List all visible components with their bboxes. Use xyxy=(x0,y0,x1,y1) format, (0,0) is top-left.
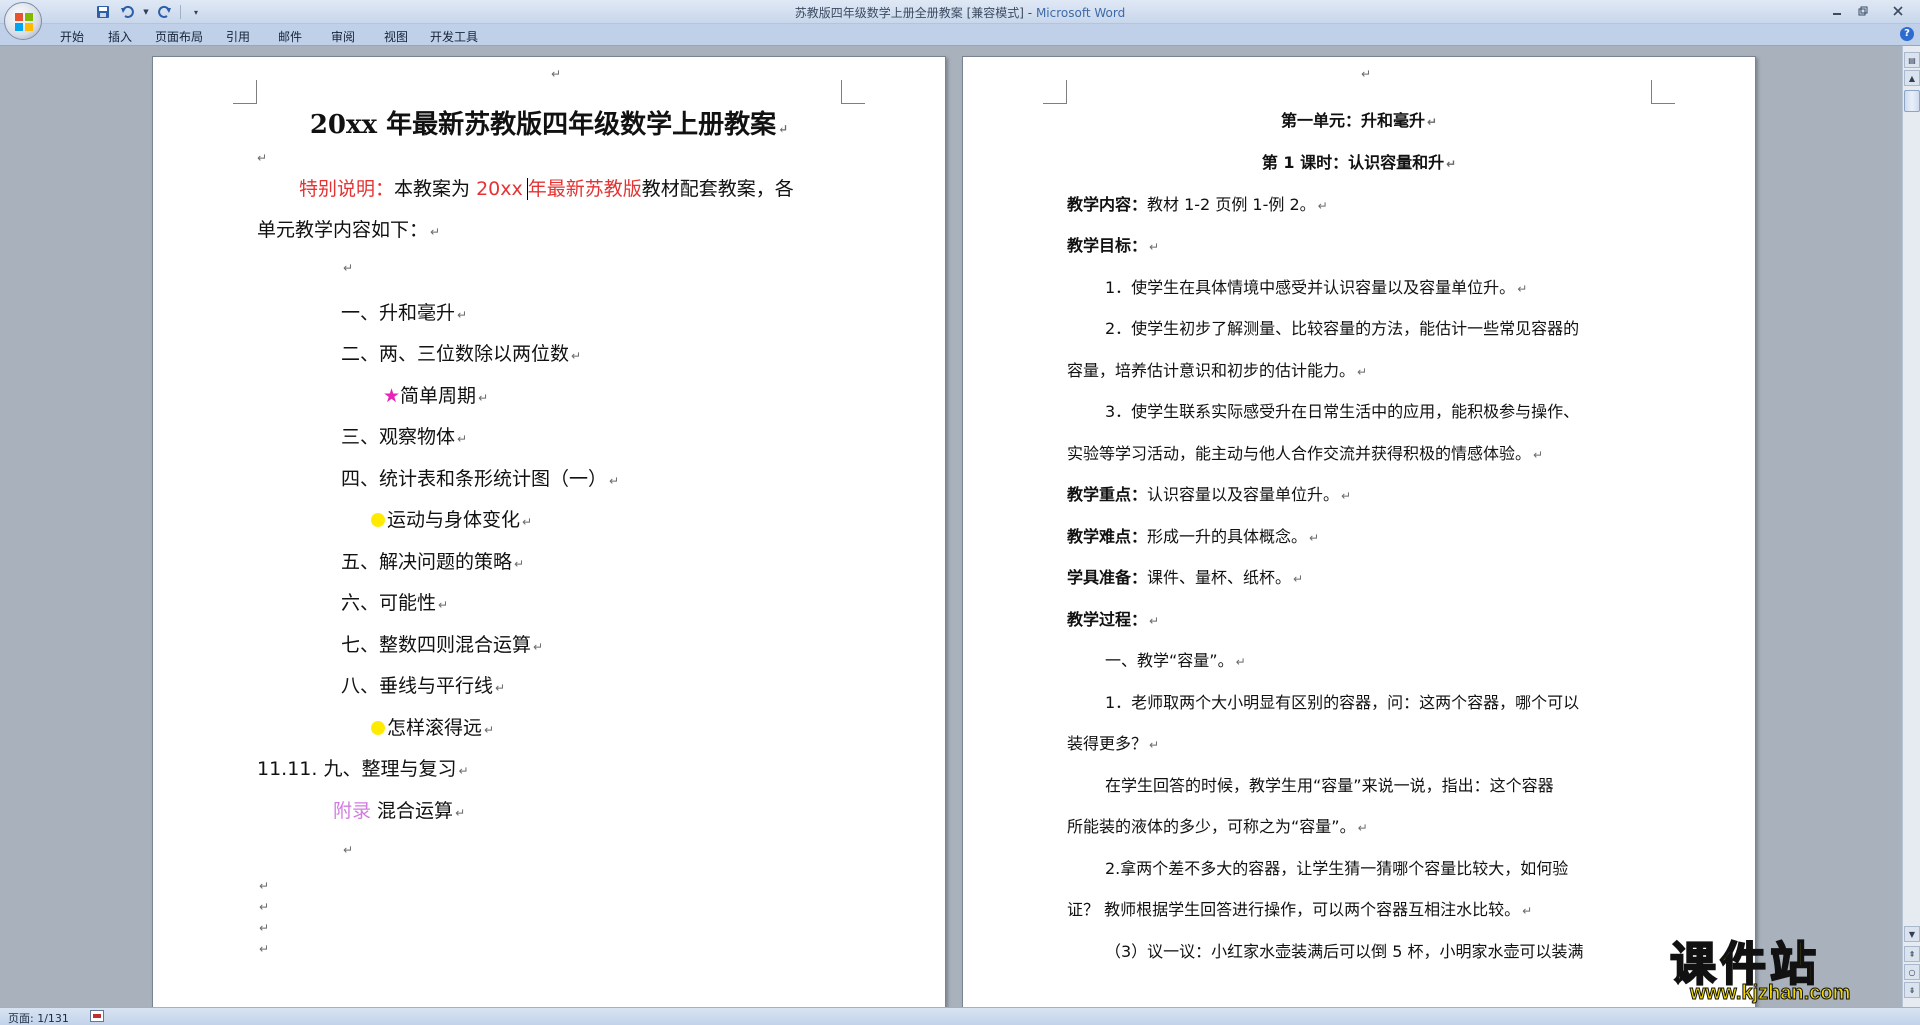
unit-3: 三、观察物体 ↵ xyxy=(341,426,468,448)
document-name: 苏教版四年级数学上册全册教案 [兼容模式] xyxy=(794,6,1024,20)
goal-1: 1．使学生在具体情境中感受并认识容量以及容量单位升。 ↵ xyxy=(1105,278,1528,297)
tab-review[interactable]: 审阅 xyxy=(316,27,370,46)
window-title: 苏教版四年级数学上册全册教案 [兼容模式] - Microsoft Word xyxy=(0,4,1920,21)
unit-4-sub: 运动与身体变化 ↵ xyxy=(371,505,841,532)
title-bar: ▼ ▾ 苏教版四年级数学上册全册教案 [兼容模式] - Microsoft Wo… xyxy=(0,0,1920,24)
ruler-toggle-icon[interactable]: ▤ xyxy=(1904,52,1920,68)
office-button[interactable] xyxy=(4,2,42,40)
restore-icon[interactable] xyxy=(1850,0,1876,22)
teaching-difficulty: 教学难点：形成一升的具体概念。 ↵ xyxy=(1067,527,1320,546)
unit-5: 五、解决问题的策略 ↵ xyxy=(341,551,525,573)
help-icon[interactable]: ? xyxy=(1900,27,1914,41)
tab-home[interactable]: 开始 xyxy=(50,27,94,46)
unit-6: 六、可能性 ↵ xyxy=(341,592,449,614)
goal-3-line-1: 3．使学生联系实际感受升在日常生活中的应用，能积极参与操作、 xyxy=(1105,402,1580,421)
crop-mark xyxy=(1651,80,1675,104)
tab-developer[interactable]: 开发工具 xyxy=(422,27,486,46)
lesson-title: 第 1 课时：认识容量和升 ↵ xyxy=(1261,153,1457,172)
process-step-2-line-2: 装得更多？ ↵ xyxy=(1067,734,1160,753)
unit-2: 二、两、三位数除以两位数 ↵ xyxy=(341,343,582,365)
unit-2-sub: ★简单周期 ↵ xyxy=(383,385,489,407)
document-title: 20xx 年最新苏教版四年级数学上册教案 ↵ xyxy=(309,110,789,140)
goal-2-line-1: 2．使学生初步了解测量、比较容量的方法，能估计一些常见容器的 xyxy=(1105,319,1580,338)
star-icon: ★ xyxy=(383,385,401,407)
yellow-dot-icon xyxy=(371,721,385,735)
unit-1: 一、升和毫升 ↵ xyxy=(341,302,468,324)
title-separator: - xyxy=(1023,6,1036,20)
appendix: 附录 混合运算 ↵ xyxy=(333,800,466,822)
goal-2-line-2: 容量，培养估计意识和初步的估计能力。 ↵ xyxy=(1067,361,1368,380)
next-page-icon[interactable]: ⇟ xyxy=(1904,982,1920,998)
empty-paragraph: ↵ xyxy=(343,843,354,857)
watermark-url: www.kjzhan.com xyxy=(1689,982,1851,1005)
intro-line-1: 特别说明：本教案为 20xx 年最新苏教版教材配套教案，各 xyxy=(299,178,794,200)
minimize-icon[interactable] xyxy=(1824,0,1850,22)
unit-8-sub: 怎样滚得远 ↵ xyxy=(371,713,841,740)
crop-mark xyxy=(233,80,257,104)
crop-mark xyxy=(841,80,865,104)
unit-title: 第一单元：升和毫升 ↵ xyxy=(1280,111,1438,130)
scroll-thumb[interactable] xyxy=(1904,90,1920,112)
proofing-status-icon[interactable] xyxy=(90,1010,104,1022)
empty-paragraph: ↵ xyxy=(259,900,270,914)
watermark-logo: 课件站 www.kjzhan.com xyxy=(1669,928,1900,1008)
empty-paragraph: ↵ xyxy=(259,921,270,935)
process-step-5-line-1: （3）议一议：小红家水壶装满后可以倒 5 杯，小明家水壶可以装满 xyxy=(1105,942,1584,961)
tab-page-layout[interactable]: 页面布局 xyxy=(146,27,212,46)
process-step-4-line-1: 2.拿两个差不多大的容器，让学生猜一猜哪个容量比较大，如何验 xyxy=(1105,859,1569,878)
process-step-4-line-2: 证？ 教师根据学生回答进行操作，可以两个容器互相注水比较。 ↵ xyxy=(1067,900,1533,919)
empty-paragraph: ↵ xyxy=(343,261,354,275)
tab-references[interactable]: 引用 xyxy=(212,27,264,46)
scroll-up-icon[interactable]: ▲ xyxy=(1904,70,1920,86)
unit-7: 七、整数四则混合运算 ↵ xyxy=(341,634,544,656)
page-left[interactable]: ↵ 20xx 年最新苏教版四年级数学上册教案 ↵ ↵ 特别说明：本教案为 20xx… xyxy=(152,56,946,1007)
tab-insert[interactable]: 插入 xyxy=(94,27,146,46)
crop-mark xyxy=(1043,80,1067,104)
teaching-key-point: 教学重点：认识容量以及容量单位升。 ↵ xyxy=(1067,485,1352,504)
process-step-3-line-2: 所能装的液体的多少，可称之为“容量”。 ↵ xyxy=(1067,817,1368,836)
tab-mailings[interactable]: 邮件 xyxy=(264,27,316,46)
teaching-process-label: 教学过程： ↵ xyxy=(1067,610,1160,629)
close-icon[interactable] xyxy=(1876,0,1920,22)
paragraph-mark: ↵ xyxy=(551,67,562,81)
process-step-1: 一、教学“容量”。 ↵ xyxy=(1105,651,1246,670)
scroll-down-icon[interactable]: ▼ xyxy=(1904,926,1920,942)
teaching-content: 教学内容：教材 1-2 页例 1-例 2。 ↵ xyxy=(1067,195,1328,214)
select-browse-object-icon[interactable]: ○ xyxy=(1904,964,1920,980)
process-step-2-line-1: 1．老师取两个大小明显有区别的容器，问：这两个容器，哪个可以 xyxy=(1105,693,1580,712)
page-count[interactable]: 页面: 1/131 xyxy=(8,1010,69,1025)
empty-paragraph: ↵ xyxy=(259,879,270,893)
status-bar: 页面: 1/131 xyxy=(0,1007,1920,1025)
empty-paragraph: ↵ xyxy=(257,151,268,165)
learning-tools: 学具准备：课件、量杯、纸杯。 ↵ xyxy=(1067,568,1304,587)
previous-page-icon[interactable]: ⇞ xyxy=(1904,946,1920,962)
process-step-3-line-1: 在学生回答的时候，教学生用“容量”来说一说，指出：这个容器 xyxy=(1105,776,1554,795)
office-logo-icon xyxy=(15,13,33,31)
goal-3-line-2: 实验等学习活动，能主动与他人合作交流并获得积极的情感体验。 ↵ xyxy=(1067,444,1544,463)
unit-4: 四、统计表和条形统计图（一） ↵ xyxy=(341,468,620,490)
ribbon-tabs: 开始 插入 页面布局 引用 邮件 审阅 视图 开发工具 ? xyxy=(0,24,1920,46)
yellow-dot-icon xyxy=(371,513,385,527)
app-name: Microsoft Word xyxy=(1035,6,1126,20)
unit-9: 11.11. 九、整理与复习 ↵ xyxy=(257,758,469,780)
vertical-scrollbar[interactable]: ▤ ▲ ▼ ⇞ ○ ⇟ xyxy=(1902,46,1920,1007)
page-right[interactable]: ↵ 第一单元：升和毫升 ↵ 第 1 课时：认识容量和升 ↵ 教学内容：教材 1-2 … xyxy=(962,56,1756,1007)
window-controls xyxy=(1824,0,1920,22)
intro-line-2: 单元教学内容如下： ↵ xyxy=(257,219,441,241)
empty-paragraph: ↵ xyxy=(259,942,270,956)
tab-view[interactable]: 视图 xyxy=(370,27,422,46)
paragraph-mark: ↵ xyxy=(1361,67,1372,81)
teaching-goals-label: 教学目标： ↵ xyxy=(1067,236,1160,255)
document-area[interactable]: ↵ 20xx 年最新苏教版四年级数学上册教案 ↵ ↵ 特别说明：本教案为 20xx… xyxy=(0,46,1902,1007)
unit-8: 八、垂线与平行线 ↵ xyxy=(341,675,506,697)
